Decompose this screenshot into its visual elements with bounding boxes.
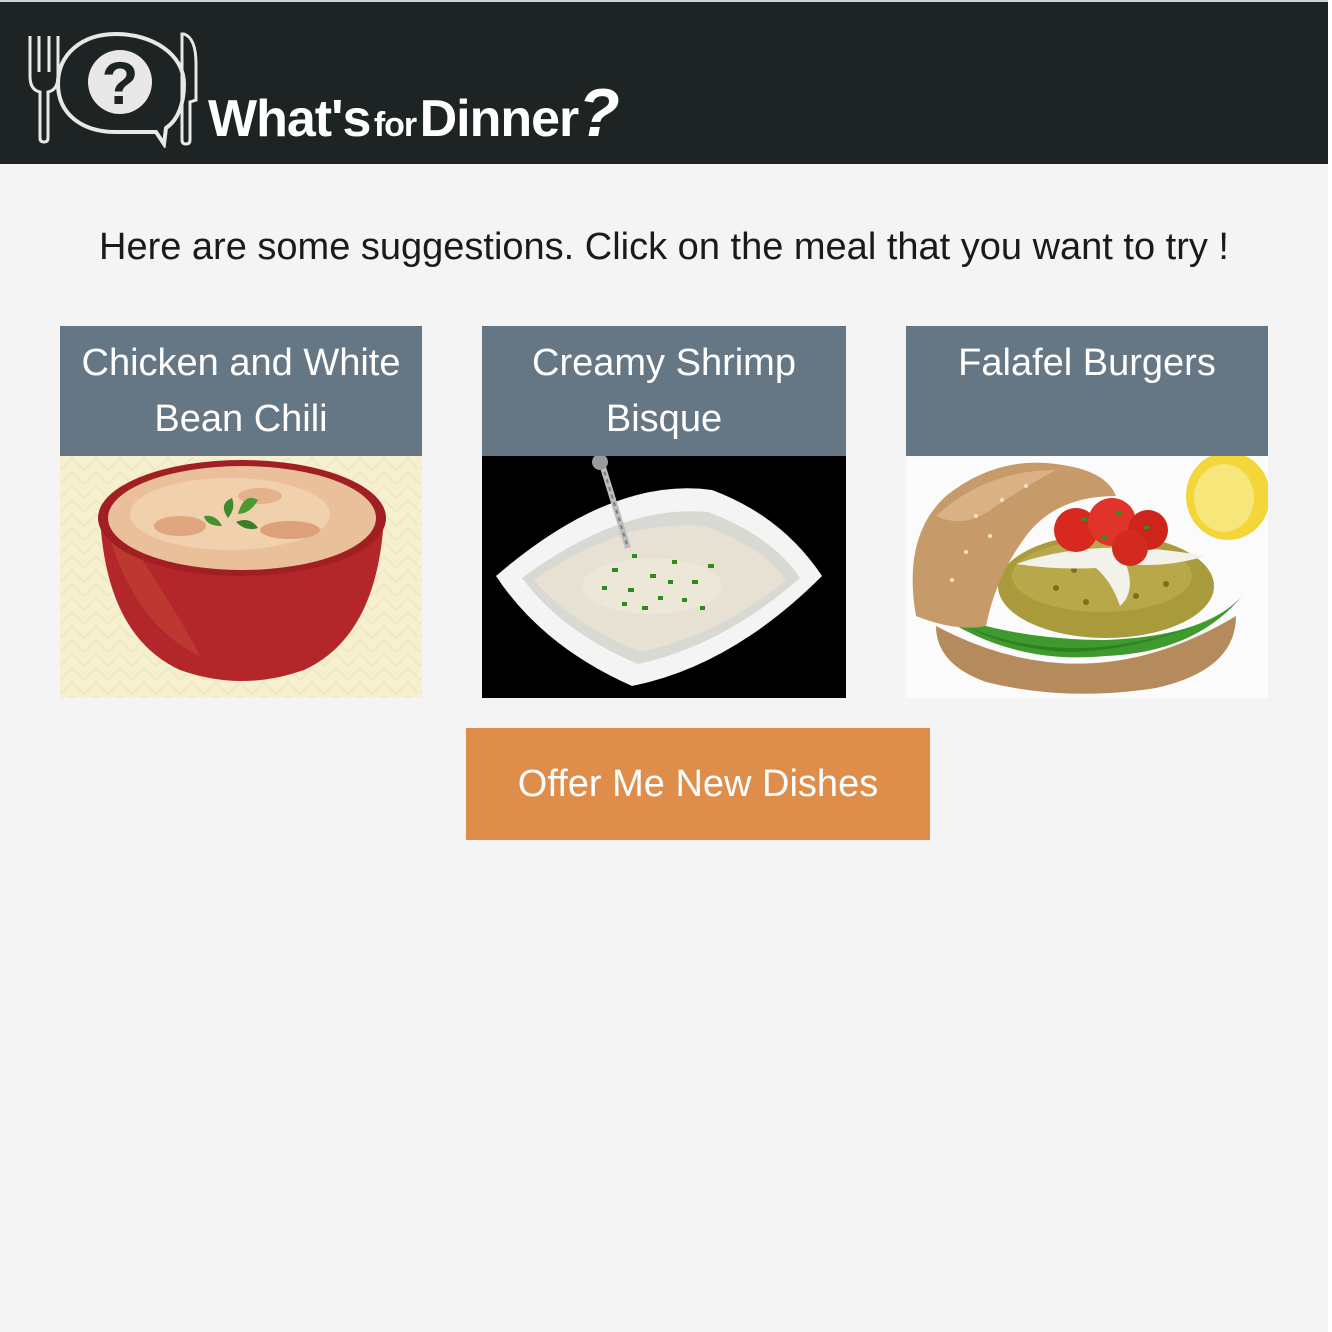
logo-question-mark: ? [578,75,620,151]
question-bubble-icon: ? [55,31,187,150]
logo-icon-group: ? [28,31,198,150]
shrimp-bisque-photo[interactable] [482,456,846,698]
meal-card-shrimp-bisque[interactable]: Creamy Shrimp Bisque [482,326,846,698]
meal-card-title[interactable]: Creamy Shrimp Bisque [482,326,846,456]
logo-text-whats: What's [208,90,371,148]
chili-bowl-photo[interactable] [60,456,422,698]
app-header: ? What's for Dinner? [0,0,1328,164]
logo-text-for: for [373,106,417,144]
falafel-burger-photo[interactable] [906,456,1268,698]
logo-text-dinner: Dinner [419,90,580,148]
meal-card-chicken-chili[interactable]: Chicken and White Bean Chili [60,326,422,698]
whats-for-dinner-logo[interactable]: ? What's for Dinner? [24,24,644,151]
meal-card-title[interactable]: Chicken and White Bean Chili [60,326,422,456]
offer-new-dishes-button[interactable]: Offer Me New Dishes [466,728,930,840]
window-edge [1328,0,1332,1332]
meal-card-falafel-burgers[interactable]: Falafel Burgers [906,326,1268,698]
suggestions-prompt: Here are some suggestions. Click on the … [99,226,1229,268]
fork-icon [28,36,60,144]
logo-wordmark: What's for Dinner? [208,74,620,152]
svg-text:?: ? [102,50,139,117]
meal-card-title[interactable]: Falafel Burgers [906,326,1268,456]
